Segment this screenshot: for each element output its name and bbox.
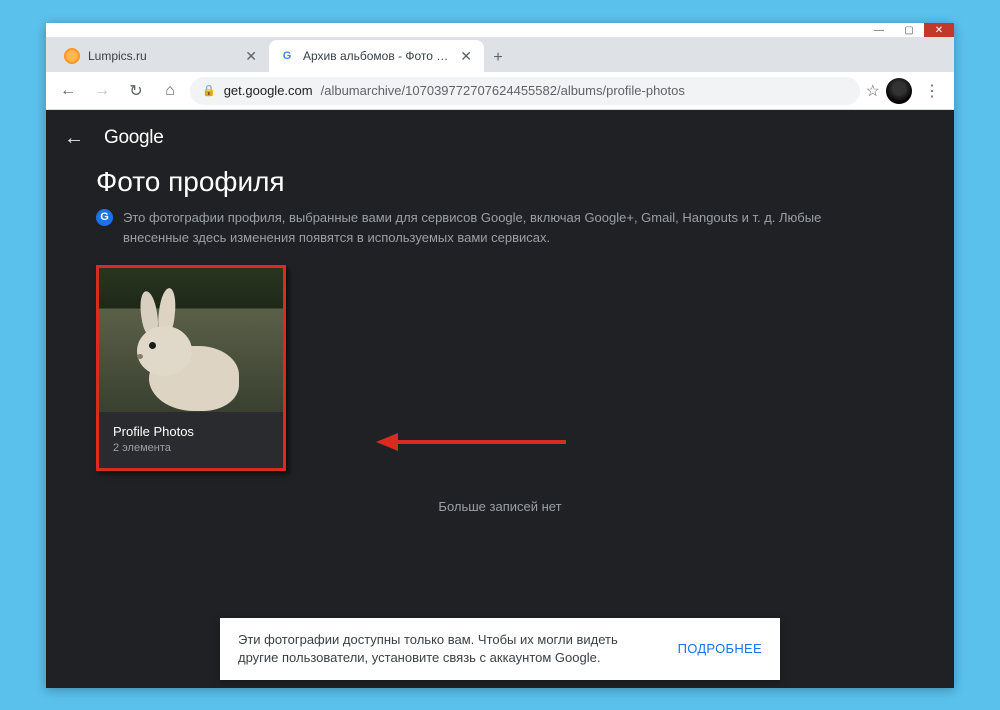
snackbar-learn-more-button[interactable]: ПОДРОБНЕЕ: [678, 641, 762, 656]
rabbit-image: [119, 286, 239, 406]
new-tab-button[interactable]: +: [484, 44, 512, 72]
close-window-button[interactable]: ✕: [924, 23, 954, 37]
tab-strip: Lumpics.ru ✕ G Архив альбомов - Фото про…: [46, 37, 954, 72]
album-card-text: Profile Photos 2 элемента: [99, 412, 283, 468]
app-back-button[interactable]: ←: [64, 127, 84, 150]
close-tab-icon[interactable]: ✕: [243, 48, 259, 65]
page-content: ← Google Фото профиля G Это фотографии п…: [46, 110, 954, 688]
page-body: Фото профиля G Это фотографии профиля, в…: [46, 166, 954, 514]
google-favicon: G: [279, 48, 295, 64]
forward-button[interactable]: →: [88, 77, 116, 105]
album-count: 2 элемента: [113, 442, 269, 454]
lock-icon: 🔒: [202, 84, 216, 97]
url-input[interactable]: 🔒 get.google.com/albumarchive/1070397727…: [190, 77, 860, 105]
app-bar: ← Google: [46, 110, 954, 166]
tab-title: Lumpics.ru: [88, 49, 235, 63]
lumpics-favicon: [64, 48, 80, 64]
window-controls: — ▢ ✕: [864, 23, 954, 37]
page-description: G Это фотографии профиля, выбранные вами…: [96, 208, 866, 247]
reload-button[interactable]: ↻: [122, 77, 150, 105]
home-button[interactable]: ⌂: [156, 77, 184, 105]
album-card-profile-photos[interactable]: Profile Photos 2 элемента: [96, 265, 286, 471]
page-title: Фото профиля: [96, 166, 904, 198]
profile-avatar[interactable]: [886, 78, 912, 104]
google-badge-icon: G: [96, 209, 113, 226]
maximize-button[interactable]: ▢: [894, 23, 924, 37]
tab-album-archive[interactable]: G Архив альбомов - Фото профил ✕: [269, 40, 484, 72]
no-more-records-text: Больше записей нет: [96, 499, 904, 514]
bookmark-star-icon[interactable]: ☆: [866, 81, 880, 101]
snackbar-text: Эти фотографии доступны только вам. Чтоб…: [238, 631, 658, 667]
album-title: Profile Photos: [113, 424, 269, 439]
tab-title: Архив альбомов - Фото профил: [303, 49, 450, 63]
back-button[interactable]: ←: [54, 77, 82, 105]
browser-menu-icon[interactable]: ⋮: [918, 81, 946, 101]
tab-lumpics[interactable]: Lumpics.ru ✕: [54, 40, 269, 72]
google-logo[interactable]: Google: [104, 127, 163, 149]
url-path: /albumarchive/107039772707624455582/albu…: [321, 83, 685, 98]
album-thumbnail: [99, 268, 283, 412]
url-host: get.google.com: [224, 83, 313, 98]
close-tab-icon[interactable]: ✕: [458, 48, 474, 65]
minimize-button[interactable]: —: [864, 23, 894, 37]
window-titlebar: — ▢ ✕: [46, 23, 954, 37]
privacy-snackbar: Эти фотографии доступны только вам. Чтоб…: [220, 618, 780, 680]
description-text: Это фотографии профиля, выбранные вами д…: [123, 208, 866, 247]
address-bar: ← → ↻ ⌂ 🔒 get.google.com/albumarchive/10…: [46, 72, 954, 110]
browser-window: — ▢ ✕ Lumpics.ru ✕ G Архив альбомов - Фо…: [46, 23, 954, 688]
